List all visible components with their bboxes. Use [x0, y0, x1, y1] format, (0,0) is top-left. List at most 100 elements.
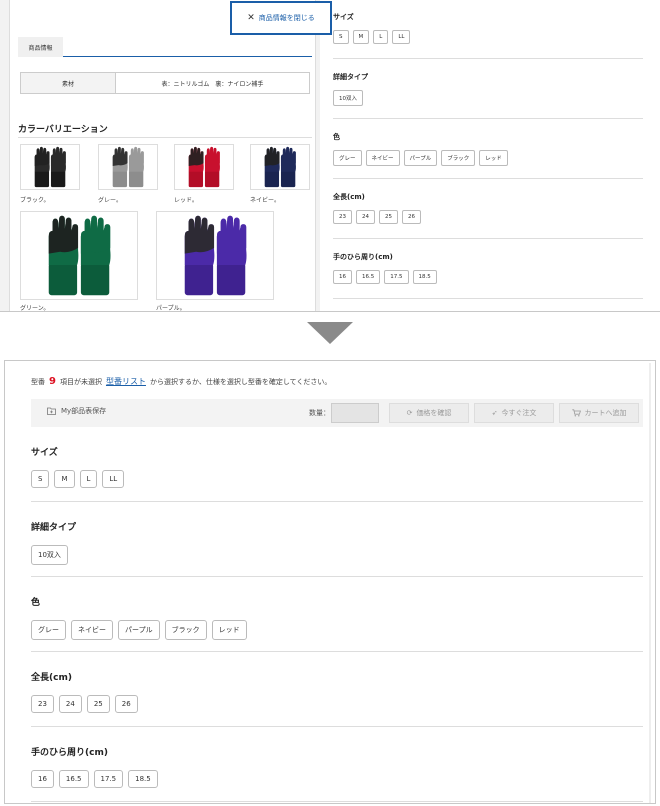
close-product-info-label: 商品情報を閉じる: [258, 14, 315, 22]
color-thumbnail-label: ブラック。: [20, 197, 50, 204]
notice-suffix: から選択するか、仕様を選択し型番を確定してください。: [149, 377, 332, 386]
option-title: 手のひら周り(cm): [31, 748, 108, 758]
unselected-count: 9: [49, 376, 56, 387]
model-list-link[interactable]: 型番リスト: [106, 376, 146, 387]
option-chip[interactable]: パープル: [403, 150, 438, 166]
section-divider: [333, 298, 643, 299]
glove-image: [264, 146, 296, 188]
product-info-panel: 商品情報 素材 表：ニトリルゴム 裏：ナイロン補手 カラーバリエーション ブラッ…: [9, 0, 316, 311]
glove-image: [48, 215, 111, 296]
option-title: 詳細タイプ: [333, 73, 368, 81]
folder-add-icon: [47, 407, 56, 415]
option-chip[interactable]: 17.5: [93, 770, 124, 788]
option-chip[interactable]: グレー: [31, 620, 66, 640]
option-chip[interactable]: ネイビー: [365, 150, 400, 166]
option-chip[interactable]: 26: [402, 210, 421, 224]
option-section: サイズ S M L LL: [333, 12, 643, 44]
option-chip[interactable]: 25: [86, 695, 110, 713]
option-chip[interactable]: ブラック: [441, 150, 476, 166]
add-to-cart-label: カートへ追加: [584, 409, 627, 417]
color-thumbnail-label: グリーン。: [20, 305, 50, 311]
color-thumbnail[interactable]: [174, 144, 234, 190]
option-section: 色グレー ネイビー パープル ブラック レッド: [333, 132, 643, 166]
option-chips: 10双入: [31, 545, 643, 565]
option-chip[interactable]: 17.5: [384, 270, 409, 284]
option-chip[interactable]: M: [54, 470, 75, 488]
option-chip[interactable]: L: [79, 470, 98, 488]
section-divider: [31, 801, 643, 802]
option-chip[interactable]: 16.5: [58, 770, 89, 788]
order-now-label: 今すぐ注文: [501, 409, 537, 417]
section-divider: [31, 501, 643, 502]
option-chip[interactable]: レッド: [479, 150, 508, 166]
notice-prefix: 型番: [31, 377, 45, 386]
check-price-button[interactable]: ⟳ 価格を確認: [389, 403, 469, 423]
color-thumbnail-label: パープル。: [156, 305, 186, 311]
option-chip[interactable]: 26: [114, 695, 138, 713]
unselected-notice: 型番 9 項目が未選択 型番リスト から選択するか、仕様を選択し型番を確定してく…: [31, 376, 331, 387]
color-thumbnail[interactable]: [20, 144, 80, 190]
option-chip[interactable]: グレー: [333, 150, 362, 166]
color-thumbnail-label: グレー。: [98, 197, 122, 204]
option-chip[interactable]: 16.5: [356, 270, 381, 284]
notice-middle: 項目が未選択: [59, 377, 102, 386]
option-chips: S M L LL: [31, 470, 643, 488]
option-chip[interactable]: S: [31, 470, 50, 488]
option-title: サイズ: [333, 13, 354, 21]
section-divider: [333, 238, 643, 239]
option-section: 詳細タイプ 10双入: [31, 520, 643, 565]
section-divider: [333, 118, 643, 119]
option-chip[interactable]: ネイビー: [71, 620, 113, 640]
option-chip[interactable]: ブラック: [164, 620, 207, 640]
option-chip[interactable]: S: [333, 30, 349, 44]
option-section: サイズ S M L LL: [31, 445, 643, 488]
quantity-input[interactable]: [331, 403, 379, 423]
save-parts-list-button[interactable]: My部品表保存: [47, 406, 106, 416]
option-chip[interactable]: 16: [31, 770, 54, 788]
cart-icon: [571, 409, 581, 417]
color-thumbnail[interactable]: [98, 144, 158, 190]
option-chip[interactable]: 24: [58, 695, 82, 713]
before-screenshot: 商品情報 素材 表：ニトリルゴム 裏：ナイロン補手 カラーバリエーション ブラッ…: [0, 0, 660, 312]
color-thumbnail-label: ネイビー。: [250, 197, 280, 204]
down-arrow-icon: [307, 322, 353, 344]
tab-product-info[interactable]: 商品情報: [18, 37, 63, 57]
option-chip[interactable]: LL: [392, 30, 411, 44]
rocket-icon: ➶: [491, 409, 498, 417]
option-chip[interactable]: 23: [333, 210, 352, 224]
divider: [18, 137, 312, 138]
option-chips: グレー ネイビー パープル ブラック レッド: [333, 150, 643, 166]
option-chip[interactable]: 10双入: [31, 545, 68, 565]
option-chip[interactable]: LL: [102, 470, 125, 488]
option-chips: 16 16.5 17.5 18.5: [31, 770, 643, 788]
option-chip[interactable]: レッド: [211, 620, 247, 640]
close-product-info-button[interactable]: ✕ 商品情報を閉じる: [230, 1, 332, 35]
option-chip[interactable]: 16: [333, 270, 352, 284]
scrollbar[interactable]: [649, 363, 651, 803]
section-divider: [333, 178, 643, 179]
save-parts-list-label: My部品表保存: [61, 407, 107, 415]
option-chip[interactable]: 18.5: [128, 770, 158, 788]
option-chip[interactable]: パープル: [118, 620, 160, 640]
spec-key: 素材: [21, 73, 116, 93]
add-to-cart-button[interactable]: カートへ追加: [559, 403, 639, 423]
option-chip[interactable]: 10双入: [333, 90, 363, 106]
option-chip[interactable]: 24: [356, 210, 375, 224]
option-chip[interactable]: 18.5: [412, 270, 437, 284]
option-chips: 16 16.5 17.5 18.5: [333, 270, 643, 284]
option-chip[interactable]: M: [352, 30, 370, 44]
option-chip[interactable]: 25: [379, 210, 398, 224]
section-divider: [333, 58, 643, 59]
color-thumbnail[interactable]: [156, 211, 274, 300]
close-icon: ✕: [247, 13, 255, 23]
glove-image: [34, 146, 66, 188]
option-chip[interactable]: 23: [31, 695, 54, 713]
option-section: 詳細タイプ 10双入: [333, 72, 643, 106]
option-title: 全長(cm): [333, 193, 365, 201]
option-chip[interactable]: L: [373, 30, 389, 44]
option-chips: 23 24 25 26: [31, 695, 643, 713]
order-now-button[interactable]: ➶ 今すぐ注文: [474, 403, 554, 423]
glove-image: [188, 146, 220, 188]
color-thumbnail[interactable]: [250, 144, 310, 190]
color-thumbnail[interactable]: [20, 211, 138, 300]
